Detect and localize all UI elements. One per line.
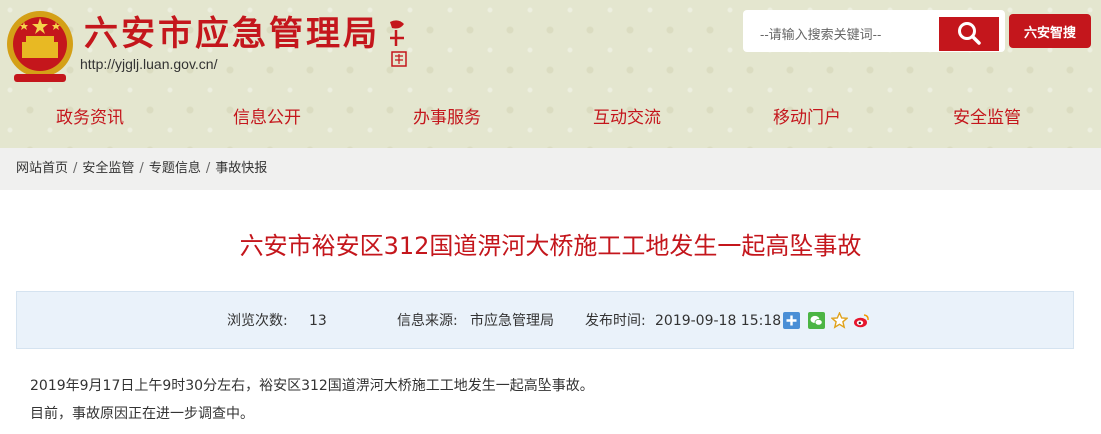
article-body: 2019年9月17日上午9时30分左右，裕安区312国道淠河大桥施工工地发生一起… (30, 372, 1070, 428)
main-nav: 政务资讯 信息公开 办事服务 互动交流 移动门户 安全监管 (0, 100, 1101, 136)
breadcrumb-home[interactable]: 网站首页 (16, 161, 68, 176)
breadcrumb-separator: / (205, 161, 211, 176)
calligraphy-seal-icon (390, 20, 407, 67)
weibo-icon[interactable] (853, 312, 870, 329)
publish-time-value: 2019-09-18 15:18 (655, 313, 782, 329)
publish-time-label: 发布时间: (585, 313, 646, 329)
breadcrumb: 网站首页 / 安全监管 / 专题信息 / 事故快报 (0, 148, 1101, 190)
article-paragraph: 2019年9月17日上午9时30分左右，裕安区312国道淠河大桥施工工地发生一起… (30, 378, 594, 394)
site-title: 六安市应急管理局 (84, 14, 380, 54)
site-url[interactable]: http://yjglj.luan.gov.cn/ (80, 56, 217, 72)
search-input[interactable] (752, 17, 938, 51)
search-button[interactable] (939, 17, 999, 51)
plus-share-icon[interactable] (783, 312, 800, 329)
star-icon[interactable] (831, 312, 848, 329)
views-count: 13 (309, 313, 327, 329)
article-title: 六安市裕安区312国道淠河大桥施工工地发生一起高坠事故 (239, 232, 862, 260)
breadcrumb-separator: / (73, 161, 78, 176)
views-label: 浏览次数: (227, 313, 288, 329)
article-meta-bar: 浏览次数: 13 信息来源: 市应急管理局 发布时间: 2019-09-18 1… (16, 291, 1074, 349)
source-label: 信息来源: (397, 313, 458, 329)
national-emblem-icon (7, 11, 73, 82)
wechat-icon[interactable] (808, 312, 825, 329)
nav-item-services[interactable]: 办事服务 (357, 100, 537, 136)
search-box (743, 10, 1005, 52)
article-paragraph: 目前，事故原因正在进一步调查中。 (30, 406, 254, 422)
breadcrumb-safety-supervision[interactable]: 安全监管 (82, 161, 134, 176)
breadcrumb-accident-report[interactable]: 事故快报 (215, 161, 267, 176)
breadcrumb-special-info[interactable]: 专题信息 (149, 161, 201, 176)
nav-item-info-disclosure[interactable]: 信息公开 (177, 100, 357, 136)
site-header: 六安市应急管理局 http://yjglj.luan.gov.cn/ 六安智搜 … (0, 0, 1101, 148)
search-icon (958, 21, 981, 45)
nav-item-interaction[interactable]: 互动交流 (537, 100, 717, 136)
source-value: 市应急管理局 (470, 313, 554, 329)
nav-item-news[interactable]: 政务资讯 (0, 100, 180, 136)
nav-item-safety-supervision[interactable]: 安全监管 (897, 100, 1077, 136)
nav-item-mobile-portal[interactable]: 移动门户 (717, 100, 897, 136)
breadcrumb-separator: / (139, 161, 144, 176)
zhiso-button[interactable]: 六安智搜 (1009, 14, 1091, 48)
